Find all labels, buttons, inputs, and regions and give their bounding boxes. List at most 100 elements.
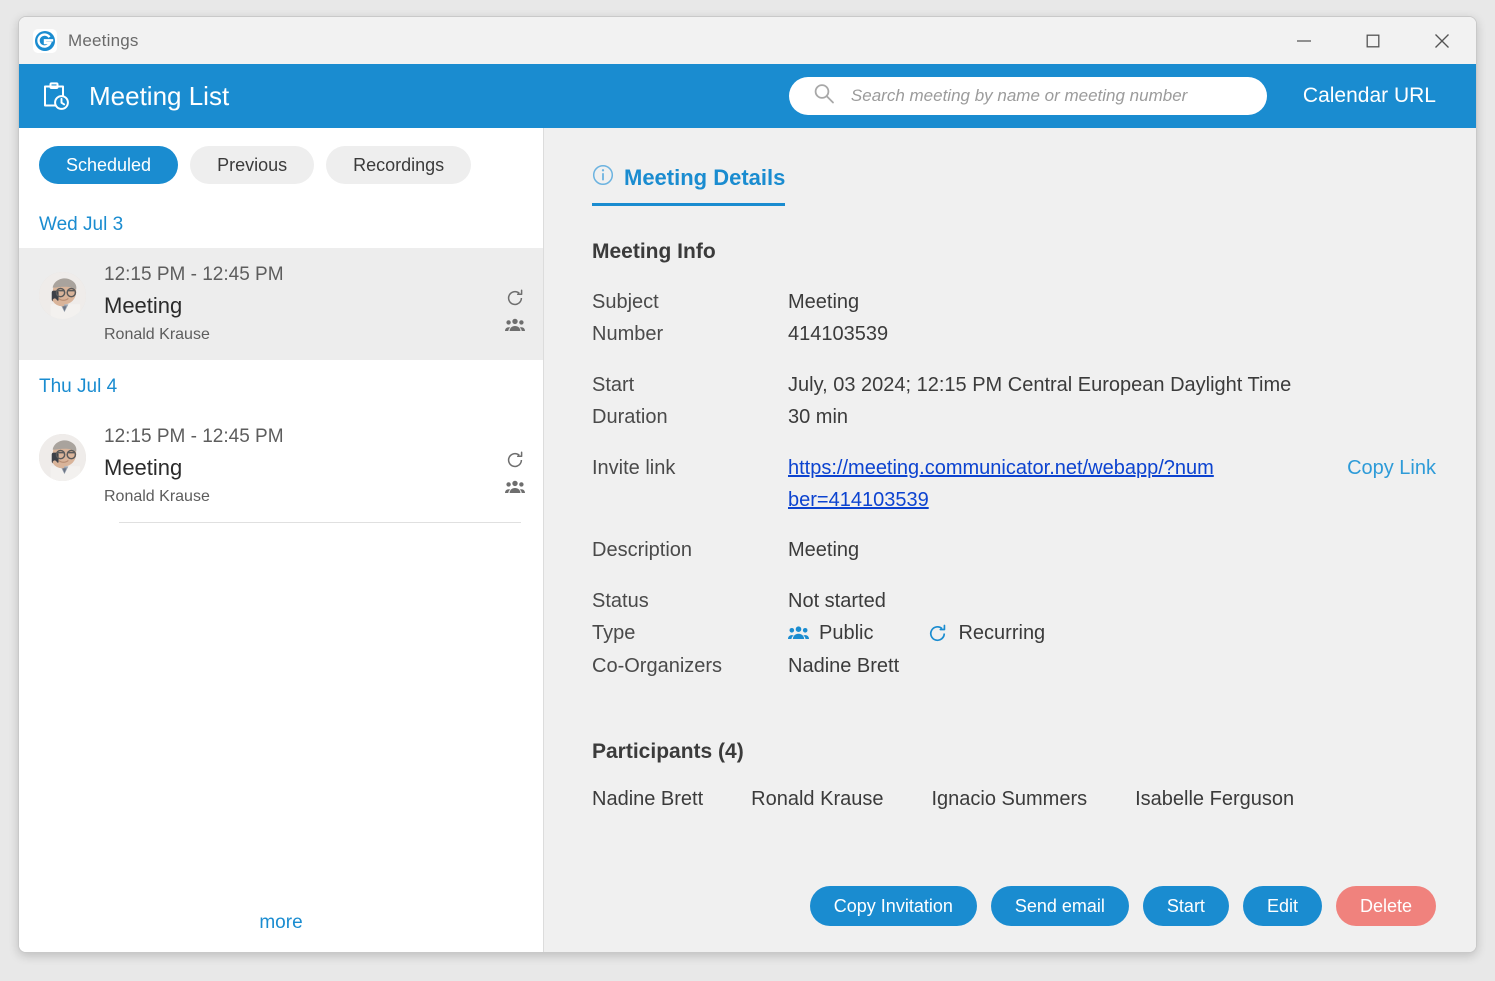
tab-scheduled[interactable]: Scheduled bbox=[39, 146, 179, 184]
co-organizers-value: Nadine Brett bbox=[788, 654, 900, 677]
meetings-window: Meetings Meeting List Search meeting by … bbox=[18, 16, 1477, 953]
copy-invitation-button[interactable]: Copy Invitation bbox=[809, 886, 977, 926]
meeting-item-body: 12:15 PM - 12:45 PM Meeting Ronald Kraus… bbox=[104, 260, 505, 348]
action-buttons: Copy Invitation Send email Start Edit De… bbox=[544, 886, 1476, 952]
details-content: Meeting Info Subject Meeting Number 4141… bbox=[544, 206, 1476, 886]
maximize-icon[interactable] bbox=[1338, 17, 1407, 64]
clipboard-clock-icon bbox=[37, 79, 71, 113]
participants-icon bbox=[788, 625, 809, 641]
field-status: Status Not started bbox=[592, 585, 1436, 617]
subject-value: Meeting bbox=[788, 291, 860, 313]
title-bar: Meetings bbox=[19, 17, 1476, 64]
type-public-chip: Public bbox=[788, 617, 873, 649]
meeting-item-owner: Ronald Krause bbox=[104, 488, 210, 506]
field-type: Type Public Recurring bbox=[592, 617, 1436, 649]
field-co-organizers: Co-Organizers Nadine Brett bbox=[592, 650, 1436, 682]
field-number: Number 414103539 bbox=[592, 318, 1436, 350]
details-tabbar: Meeting Details bbox=[544, 128, 1476, 206]
start-label: Start bbox=[592, 373, 635, 396]
tab-meeting-details[interactable]: Meeting Details bbox=[592, 164, 786, 206]
duration-value: 30 min bbox=[788, 406, 849, 429]
status-label: Status bbox=[592, 589, 649, 612]
meeting-item-name: Meeting bbox=[104, 455, 183, 481]
list-filter-tabs: Scheduled Previous Recordings bbox=[19, 128, 543, 198]
meeting-item-owner: Ronald Krause bbox=[104, 326, 210, 344]
recurring-icon bbox=[927, 623, 948, 644]
subject-label: Subject bbox=[592, 291, 659, 313]
participants-title: Participants (4) bbox=[592, 739, 744, 763]
start-value: July, 03 2024; 12:15 PM Central European… bbox=[788, 373, 1292, 396]
recurring-icon bbox=[505, 288, 525, 308]
tab-label: Meeting Details bbox=[624, 164, 786, 190]
field-invite-link: Invite link https://meeting.communicator… bbox=[592, 452, 1436, 517]
meeting-item-body: 12:15 PM - 12:45 PM Meeting Ronald Kraus… bbox=[104, 422, 505, 510]
meeting-details-panel: Meeting Details Meeting Info Subject Mee… bbox=[544, 128, 1476, 952]
meeting-list-item[interactable]: 12:15 PM - 12:45 PM Meeting Ronald Kraus… bbox=[19, 410, 543, 522]
type-public-label: Public bbox=[819, 622, 874, 645]
minimize-icon[interactable] bbox=[1269, 17, 1338, 64]
participant-item: Isabelle Ferguson bbox=[1135, 787, 1295, 810]
participant-item: Ignacio Summers bbox=[931, 787, 1088, 810]
info-circle-icon bbox=[592, 164, 614, 191]
meeting-info-title: Meeting Info bbox=[592, 240, 716, 263]
date-group-header: Thu Jul 4 bbox=[39, 376, 118, 398]
co-organizers-label: Co-Organizers bbox=[592, 654, 723, 677]
type-recurring-label: Recurring bbox=[958, 622, 1046, 645]
field-description: Description Meeting bbox=[592, 534, 1436, 566]
avatar bbox=[39, 434, 86, 482]
page-title: Meeting List bbox=[89, 80, 230, 111]
field-start: Start July, 03 2024; 12:15 PM Central Eu… bbox=[592, 369, 1436, 401]
description-value: Meeting bbox=[788, 539, 860, 562]
meeting-item-icons bbox=[505, 288, 525, 333]
meeting-item-name: Meeting bbox=[104, 293, 183, 319]
type-label: Type bbox=[592, 622, 636, 645]
search-container bbox=[788, 77, 1267, 115]
duration-label: Duration bbox=[592, 406, 668, 429]
calendar-url-button[interactable]: Calendar URL bbox=[1303, 84, 1436, 108]
window-title: Meetings bbox=[68, 30, 139, 50]
type-recurring-chip: Recurring bbox=[927, 617, 1045, 649]
send-email-button[interactable]: Send email bbox=[990, 886, 1129, 926]
list-divider bbox=[119, 522, 521, 524]
type-value: Public Recurring bbox=[788, 617, 1436, 649]
avatar bbox=[39, 272, 86, 319]
recurring-icon bbox=[505, 450, 525, 470]
delete-button[interactable]: Delete bbox=[1335, 886, 1436, 926]
content-area: Scheduled Previous Recordings Wed Jul 3 bbox=[19, 128, 1476, 952]
participant-item: Ronald Krause bbox=[751, 787, 884, 810]
number-label: Number bbox=[592, 323, 664, 346]
participant-item: Nadine Brett bbox=[592, 787, 704, 810]
field-subject: Subject Meeting bbox=[592, 286, 1436, 318]
field-duration: Duration 30 min bbox=[592, 401, 1436, 433]
close-icon[interactable] bbox=[1407, 17, 1476, 64]
number-value: 414103539 bbox=[788, 323, 889, 346]
app-header: Meeting List Calendar URL bbox=[19, 64, 1476, 128]
tab-previous[interactable]: Previous bbox=[190, 146, 315, 184]
search-input[interactable] bbox=[788, 77, 1267, 115]
invite-link[interactable]: https://meeting.communicator.net/webapp/… bbox=[788, 457, 1214, 511]
meeting-list-item[interactable]: 12:15 PM - 12:45 PM Meeting Ronald Kraus… bbox=[19, 248, 543, 361]
participants-icon bbox=[505, 479, 525, 495]
communicator-logo-icon bbox=[33, 28, 57, 53]
date-group-header: Wed Jul 3 bbox=[39, 214, 124, 235]
copy-link-button[interactable]: Copy Link bbox=[1327, 452, 1436, 484]
edit-button[interactable]: Edit bbox=[1242, 886, 1322, 926]
window-controls bbox=[1269, 17, 1476, 64]
invite-link-label: Invite link bbox=[592, 456, 676, 479]
meeting-item-time: 12:15 PM - 12:45 PM bbox=[104, 426, 284, 448]
participants-icon bbox=[505, 317, 525, 333]
meeting-list: Wed Jul 3 12:15 PM - 12:45 PM Meeting Ro… bbox=[19, 198, 543, 898]
participants-list: Nadine Brett Ronald Krause Ignacio Summe… bbox=[592, 788, 1436, 811]
meeting-list-panel: Scheduled Previous Recordings Wed Jul 3 bbox=[19, 128, 544, 952]
meeting-item-icons bbox=[505, 450, 525, 495]
start-button[interactable]: Start bbox=[1142, 886, 1229, 926]
more-link[interactable]: more bbox=[19, 898, 543, 952]
description-label: Description bbox=[592, 539, 693, 562]
tab-recordings[interactable]: Recordings bbox=[326, 146, 472, 184]
invite-link-value: https://meeting.communicator.net/webapp/… bbox=[788, 452, 1218, 517]
status-value: Not started bbox=[788, 589, 886, 612]
meeting-item-time: 12:15 PM - 12:45 PM bbox=[104, 264, 284, 285]
